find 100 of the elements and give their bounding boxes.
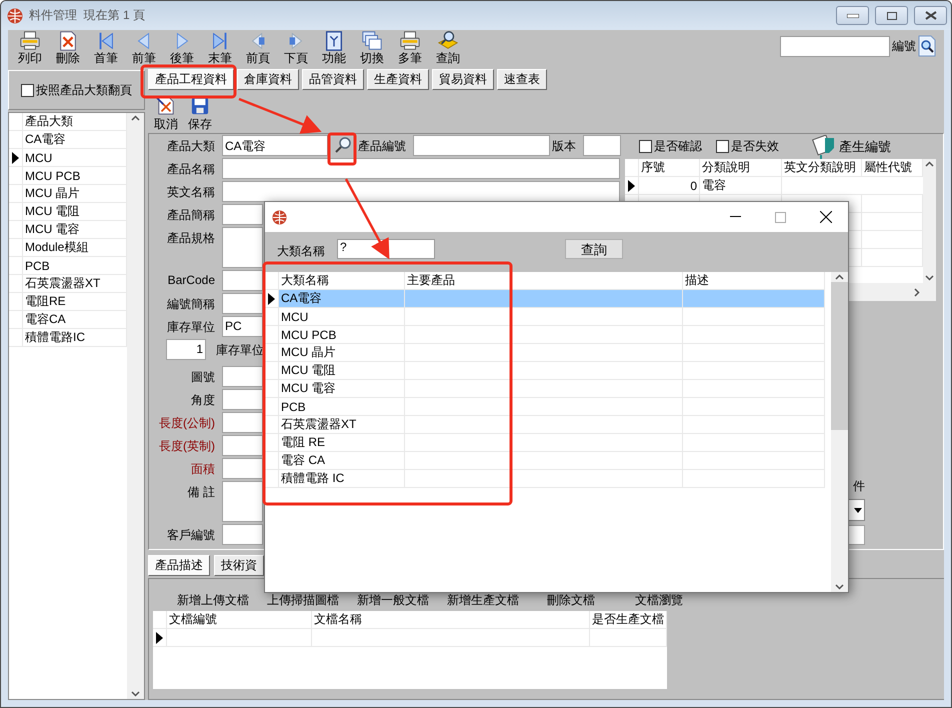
scroll-down-icon[interactable]	[835, 584, 844, 590]
document-action[interactable]: 新增一般文檔	[357, 592, 429, 608]
tab[interactable]: 倉庫資料	[237, 69, 299, 90]
table-row[interactable]: 積體電路 IC	[265, 470, 825, 488]
tab[interactable]: 貿易資料	[432, 69, 494, 90]
action-button[interactable]: 取消	[154, 97, 178, 133]
scrollbar[interactable]	[923, 159, 936, 283]
field-label: 長度(公制)	[158, 415, 215, 432]
search-icon[interactable]	[918, 35, 936, 57]
minimize-button[interactable]	[836, 6, 869, 25]
checkbox[interactable]	[21, 84, 34, 96]
table-row[interactable]: 電容 CA	[265, 452, 825, 470]
close-icon	[820, 211, 832, 223]
input-field[interactable]	[222, 293, 263, 314]
checkbox[interactable]	[639, 140, 652, 153]
input-field[interactable]	[413, 135, 550, 156]
close-button[interactable]	[914, 6, 947, 25]
table-row[interactable]: MCU 電阻	[265, 362, 825, 380]
input-field[interactable]	[222, 458, 263, 479]
lookup-button[interactable]	[334, 135, 352, 155]
field-label: 客戶編號	[166, 527, 215, 544]
tab[interactable]: 產品描述	[148, 555, 210, 576]
search-field[interactable]: ?	[337, 239, 435, 259]
document-action[interactable]: 新增生產文檔	[447, 592, 519, 608]
input-field[interactable]	[583, 135, 621, 156]
scrollbar[interactable]	[127, 113, 144, 699]
tab[interactable]: 速查表	[497, 69, 547, 90]
table-row[interactable]: PCB	[265, 398, 825, 416]
input-field[interactable]	[222, 204, 263, 225]
checkbox-label: 按照產品大類翻頁	[36, 82, 132, 98]
input-field[interactable]: PC	[222, 316, 263, 337]
input-field[interactable]	[222, 270, 263, 291]
tab[interactable]: 產品工程資料	[148, 69, 234, 90]
field-label: 角度	[190, 392, 215, 409]
document-action[interactable]: 刪除文檔	[547, 592, 595, 608]
field-label: 英文名稱	[166, 184, 215, 201]
document-action[interactable]: 文檔瀏覽	[635, 592, 683, 608]
toolbar-button[interactable]: 刪除	[49, 30, 87, 66]
field-label: BarCode	[166, 272, 215, 287]
query-button[interactable]: 查詢	[565, 239, 623, 259]
row-pointer-icon	[12, 152, 19, 164]
toolbar-button[interactable]: 前筆	[125, 30, 163, 66]
toolbar-button[interactable]: 列印	[11, 30, 49, 66]
document-action[interactable]: 新增上傳文檔	[177, 592, 249, 608]
field-label: 面積	[190, 461, 215, 478]
column-header: 大類名稱	[279, 272, 405, 289]
input-field[interactable]: CA電容	[222, 135, 328, 156]
scrollbar[interactable]	[831, 272, 848, 592]
maximize-button[interactable]	[875, 6, 908, 25]
table-row[interactable]: MCU	[265, 308, 825, 326]
scroll-right-icon[interactable]	[914, 288, 920, 296]
table-cell: 石英震盪器XT	[279, 416, 405, 433]
input-field[interactable]	[222, 181, 620, 202]
generate-number-button[interactable]: 產生編號	[811, 134, 891, 158]
scroll-up-icon[interactable]	[835, 274, 844, 280]
quantity-field[interactable]: 1	[166, 339, 206, 360]
scroll-up-icon[interactable]	[925, 161, 934, 167]
checkbox-label: 是否失效	[731, 138, 779, 155]
document-action[interactable]: 上傳掃描圖檔	[267, 592, 339, 608]
scroll-up-icon[interactable]	[131, 115, 140, 121]
field-label: 大類名稱	[277, 243, 325, 260]
scroll-down-icon[interactable]	[131, 691, 140, 697]
input-field[interactable]	[222, 158, 620, 179]
input-field[interactable]	[222, 389, 263, 410]
input-field[interactable]	[222, 435, 263, 456]
toolbar-button[interactable]: 功能	[315, 30, 353, 66]
table-cell: CA電容	[279, 290, 405, 307]
table-row[interactable]: MCU 電容	[265, 380, 825, 398]
toolbar-button[interactable]: 下頁	[277, 30, 315, 66]
table-cell: MCU 晶片	[279, 344, 405, 361]
toolbar-button[interactable]: 後筆	[163, 30, 201, 66]
toolbar-button[interactable]: 首筆	[87, 30, 125, 66]
input-field[interactable]	[222, 412, 263, 433]
field-label: 產品簡稱	[166, 207, 215, 224]
field-label: 編號簡稱	[166, 296, 215, 313]
text-area[interactable]	[222, 481, 263, 522]
toolbar-button[interactable]: 前頁	[239, 30, 277, 66]
checkbox[interactable]	[716, 140, 729, 153]
toolbar-button[interactable]: 切換	[353, 30, 391, 66]
tab[interactable]: 技術資	[214, 555, 264, 576]
input-field[interactable]	[222, 366, 263, 387]
table-row[interactable]: 電阻 RE	[265, 434, 825, 452]
toolbar-button[interactable]: 多筆	[391, 30, 429, 66]
table-row[interactable]: MCU PCB	[265, 326, 825, 344]
table-row[interactable]: CA電容	[265, 290, 825, 308]
toolbar-button[interactable]: 查詢	[429, 30, 467, 66]
table-row[interactable]: 石英震盪器XT	[265, 416, 825, 434]
tab[interactable]: 品管資料	[302, 69, 364, 90]
scroll-down-icon[interactable]	[925, 275, 934, 281]
tab[interactable]: 生產資料	[367, 69, 429, 90]
search-field[interactable]	[780, 36, 890, 56]
input-field[interactable]	[222, 524, 263, 545]
unit-caption: 庫存單位	[215, 342, 264, 359]
table-cell: 電容	[700, 177, 782, 194]
table-row[interactable]: MCU 晶片	[265, 344, 825, 362]
action-button[interactable]: 保存	[188, 97, 212, 133]
close-icon	[924, 11, 936, 20]
field-label: 庫存單位	[166, 319, 215, 336]
toolbar-button[interactable]: 末筆	[201, 30, 239, 66]
text-area[interactable]	[222, 227, 263, 268]
